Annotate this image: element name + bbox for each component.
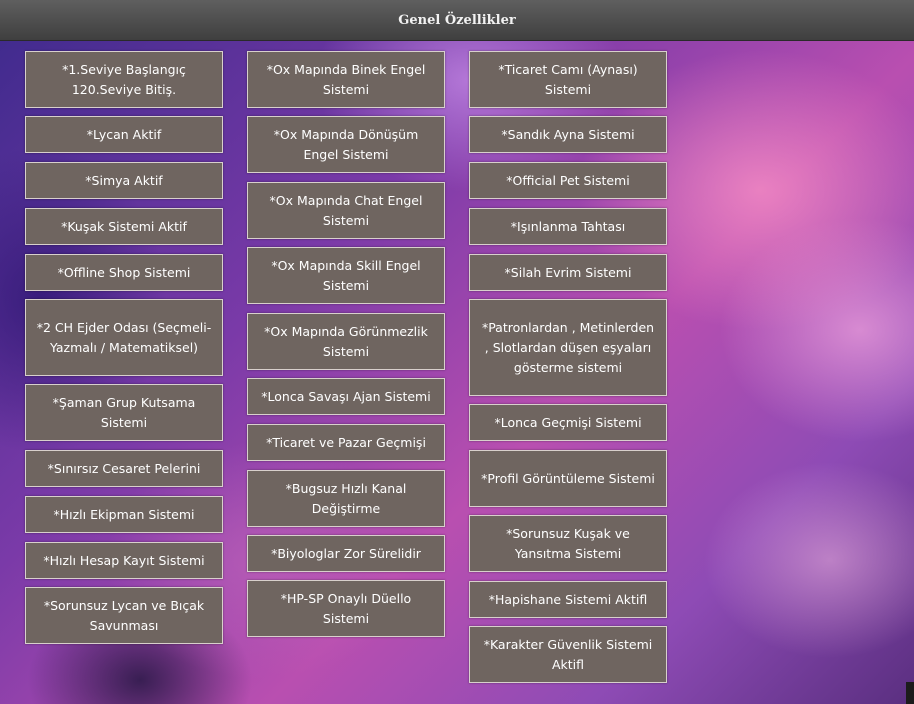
feature-item: *Sınırsız Cesaret Pelerini — [25, 450, 223, 487]
feature-item: *Silah Evrim Sistemi — [469, 254, 667, 291]
feature-item: *Ticaret ve Pazar Geçmişi — [247, 424, 445, 461]
feature-item: *Offline Shop Sistemi — [25, 254, 223, 291]
window-title: Genel Özellikler — [398, 12, 516, 28]
feature-item: *Biyologlar Zor Sürelidir — [247, 535, 445, 572]
feature-item: *Lonca Geçmişi Sistemi — [469, 404, 667, 441]
feature-item: *Işınlanma Tahtası — [469, 208, 667, 245]
feature-item: *Patronlardan , Metinlerden , Slotlardan… — [469, 299, 667, 396]
feature-item: *Lonca Savaşı Ajan Sistemi — [247, 378, 445, 415]
feature-item: *Official Pet Sistemi — [469, 162, 667, 199]
feature-item: *Kuşak Sistemi Aktif — [25, 208, 223, 245]
feature-item: *Ox Mapında Binek Engel Sistemi — [247, 51, 445, 108]
feature-item: *2 CH Ejder Odası (Seçmeli-Yazmalı / Mat… — [25, 299, 223, 376]
feature-item: *Karakter Güvenlik Sistemi Aktifl — [469, 626, 667, 683]
feature-item: *Hızlı Hesap Kayıt Sistemi — [25, 542, 223, 579]
title-bar: Genel Özellikler — [0, 0, 914, 41]
scrollbar-corner[interactable] — [906, 682, 914, 704]
feature-item: *HP-SP Onaylı Düello Sistemi — [247, 580, 445, 637]
feature-item: *Simya Aktif — [25, 162, 223, 199]
feature-item: *Profil Görüntüleme Sistemi — [469, 450, 667, 507]
feature-item: *Sorunsuz Kuşak ve Yansıtma Sistemi — [469, 515, 667, 572]
feature-item: *Ticaret Camı (Aynası) Sistemi — [469, 51, 667, 108]
feature-item: *Şaman Grup Kutsama Sistemi — [25, 384, 223, 441]
feature-item: *Hızlı Ekipman Sistemi — [25, 496, 223, 533]
feature-item: *Sorunsuz Lycan ve Bıçak Savunması — [25, 587, 223, 644]
feature-item: *1.Seviye Başlangıç 120.Seviye Bitiş. — [25, 51, 223, 108]
feature-item: *Lycan Aktif — [25, 116, 223, 153]
feature-item: *Hapishane Sistemi Aktifl — [469, 581, 667, 618]
feature-item: *Bugsuz Hızlı Kanal Değiştirme — [247, 470, 445, 527]
feature-item: *Sandık Ayna Sistemi — [469, 116, 667, 153]
feature-item: *Ox Mapında Chat Engel Sistemi — [247, 182, 445, 239]
feature-item: *Ox Mapında Görünmezlik Sistemi — [247, 313, 445, 370]
feature-item: *Ox Mapında Skill Engel Sistemi — [247, 247, 445, 304]
feature-item: *Ox Mapında Dönüşüm Engel Sistemi — [247, 116, 445, 173]
